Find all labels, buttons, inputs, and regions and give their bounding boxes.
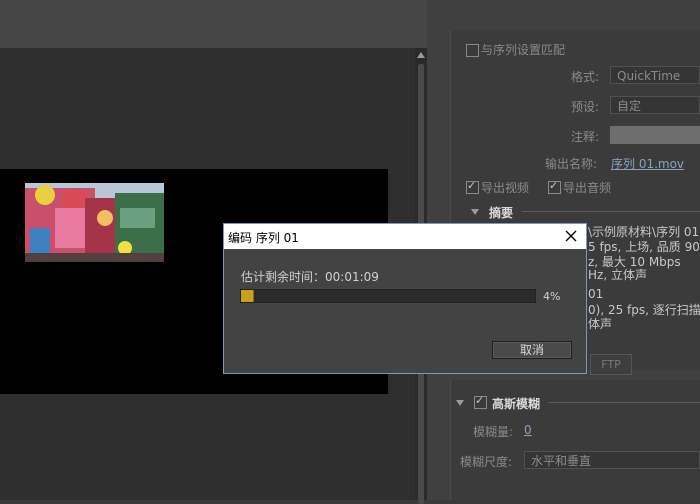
gaussian-blur-heading: 高斯模糊 [492, 397, 541, 411]
effects-divider [548, 402, 700, 403]
match-sequence-label: 与序列设置匹配 [481, 43, 566, 57]
preset-label: 预设: [571, 100, 600, 114]
blurriness-label: 模糊量: [473, 425, 514, 439]
match-sequence-checkbox[interactable] [466, 44, 479, 57]
export-audio-label: 导出音频 [563, 181, 612, 195]
encoding-dialog: 编码 序列 01 估计剩余时间：00:01:09 4% 取消 [223, 223, 587, 374]
progress-percent: 4% [543, 290, 561, 303]
export-video-label: 导出视频 [481, 181, 530, 195]
close-icon[interactable] [562, 227, 580, 245]
summary-heading: 摘要 [489, 206, 514, 220]
gaussian-blur-disclosure-triangle-icon[interactable] [456, 400, 464, 406]
format-label: 格式: [571, 70, 600, 84]
blurriness-value[interactable]: 0 [524, 423, 532, 437]
output-name-link[interactable]: 序列 01.mov [611, 155, 684, 172]
blur-dimensions-select[interactable]: 水平和垂直 [524, 451, 700, 469]
scroll-up-arrow-icon[interactable] [417, 52, 425, 58]
progress-fill [241, 290, 254, 302]
summary-disclosure-triangle-icon[interactable] [471, 209, 479, 215]
video-thumbnail [25, 183, 164, 262]
encoding-progress-bar [240, 289, 536, 303]
export-audio-checkbox[interactable] [548, 179, 561, 194]
preset-select[interactable]: 自定 [610, 96, 700, 114]
blur-dimensions-label: 模糊尺度: [460, 455, 513, 469]
summary-divider [522, 211, 700, 212]
comment-label: 注释: [571, 130, 600, 144]
format-select[interactable]: QuickTime [610, 66, 700, 84]
effects-panel [450, 380, 700, 500]
cancel-button[interactable]: 取消 [492, 341, 572, 359]
summary-line-7: 体声 [588, 317, 613, 331]
summary-line-4: Hz, 立体声 [588, 268, 647, 282]
ftp-tab[interactable]: FTP [590, 354, 632, 375]
export-video-checkbox[interactable] [466, 179, 479, 194]
time-remaining-label: 估计剩余时间：00:01:09 [241, 270, 379, 284]
output-name-label: 输出名称: [545, 157, 598, 171]
dialog-title: 编码 序列 01 [228, 231, 299, 245]
dialog-titlebar[interactable]: 编码 序列 01 [224, 224, 586, 249]
gaussian-blur-checkbox[interactable] [474, 394, 487, 409]
comment-input[interactable] [610, 126, 700, 144]
summary-line-5: 01 [588, 287, 604, 301]
